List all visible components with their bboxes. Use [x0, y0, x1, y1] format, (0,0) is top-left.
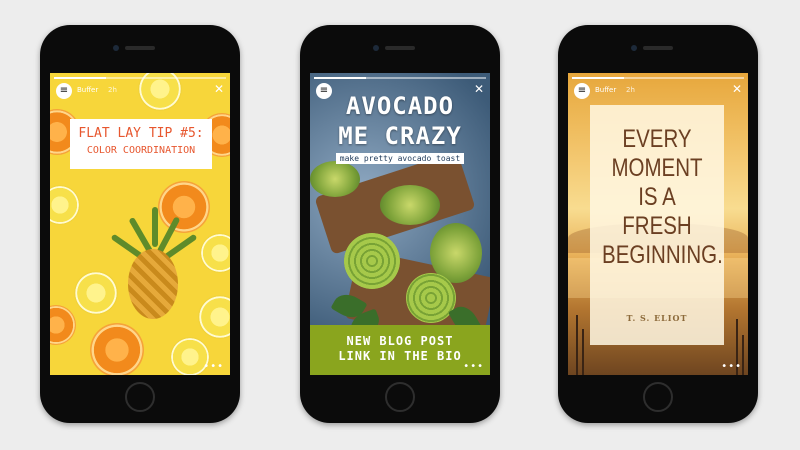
reed-silhouette [582, 329, 584, 375]
pineapple-leaf [152, 207, 158, 247]
quote-line: IS A [638, 183, 676, 211]
story-progress-bar [314, 77, 486, 79]
home-button[interactable] [125, 382, 155, 412]
lemon-slice-image [74, 271, 118, 315]
quote-line: FRESH [622, 212, 692, 240]
story-header: ≡ ✕ [310, 73, 490, 107]
story-header: ≡ Buffer 2h ✕ [568, 73, 748, 107]
tip-title-card: FLAT LAY TIP #5: COLOR COORDINATION [70, 119, 212, 169]
quote-card: EVERY MOMENT IS A FRESH BEGINNING. T. S.… [590, 105, 724, 345]
home-button[interactable] [385, 382, 415, 412]
lemon-slice-image [50, 185, 80, 225]
story-screen-2[interactable]: AVOCADO ME CRAZY make pretty avocado toa… [310, 73, 490, 375]
lemon-slice-image [200, 233, 230, 273]
tip-subtitle: COLOR COORDINATION [86, 145, 196, 156]
quote-author: T. S. ELIOT [626, 313, 688, 323]
story-time: 2h [626, 86, 635, 94]
story-progress-bar [54, 77, 226, 79]
pineapple-image [128, 249, 178, 319]
reed-silhouette [742, 335, 744, 375]
story-screen-1[interactable]: FLAT LAY TIP #5: COLOR COORDINATION ≡ Bu… [50, 73, 230, 375]
home-button[interactable] [643, 382, 673, 412]
story-username[interactable]: Buffer [77, 86, 98, 94]
avocado-slice-image [310, 161, 360, 197]
avocado-rose-image [344, 233, 400, 289]
orange-slice-image [50, 305, 76, 345]
orange-slice-image [158, 181, 210, 233]
camera [373, 45, 379, 51]
more-options-icon[interactable]: ••• [721, 361, 742, 372]
more-options-icon[interactable]: ••• [203, 361, 224, 372]
speaker [385, 46, 415, 50]
buffer-logo-icon[interactable]: ≡ [316, 83, 332, 99]
headline-line-2: ME CRAZY [338, 122, 462, 150]
lemon-slice-image [198, 295, 230, 339]
quote-text: EVERY MOMENT IS A FRESH BEGINNING. [602, 125, 723, 270]
speaker [125, 46, 155, 50]
close-icon[interactable]: ✕ [732, 82, 742, 96]
avocado-slice-image [380, 185, 440, 225]
more-options-icon[interactable]: ••• [463, 361, 484, 372]
close-icon[interactable]: ✕ [214, 82, 224, 96]
phone-1: FLAT LAY TIP #5: COLOR COORDINATION ≡ Bu… [40, 25, 240, 423]
camera [113, 45, 119, 51]
story-username[interactable]: Buffer [595, 86, 616, 94]
quote-line: MOMENT [611, 154, 703, 182]
close-icon[interactable]: ✕ [474, 82, 484, 96]
reed-silhouette [576, 315, 578, 375]
phone-2: AVOCADO ME CRAZY make pretty avocado toa… [300, 25, 500, 423]
quote-line: BEGINNING. [602, 241, 723, 269]
camera [631, 45, 637, 51]
buffer-logo-icon[interactable]: ≡ [574, 83, 590, 99]
buffer-logo-icon[interactable]: ≡ [56, 83, 72, 99]
quote-line: EVERY [622, 125, 692, 153]
story-progress-bar [572, 77, 744, 79]
speaker [643, 46, 673, 50]
story-screen-3[interactable]: EVERY MOMENT IS A FRESH BEGINNING. T. S.… [568, 73, 748, 375]
story-subheading: make pretty avocado toast [336, 153, 464, 164]
phone-3: EVERY MOMENT IS A FRESH BEGINNING. T. S.… [558, 25, 758, 423]
story-time: 2h [108, 86, 117, 94]
tip-title: FLAT LAY TIP #5: [78, 126, 204, 141]
banner-line-1: NEW BLOG POST [346, 334, 454, 348]
avocado-rose-image [406, 273, 456, 323]
story-header: ≡ Buffer 2h ✕ [50, 73, 230, 107]
orange-slice-image [90, 323, 144, 375]
